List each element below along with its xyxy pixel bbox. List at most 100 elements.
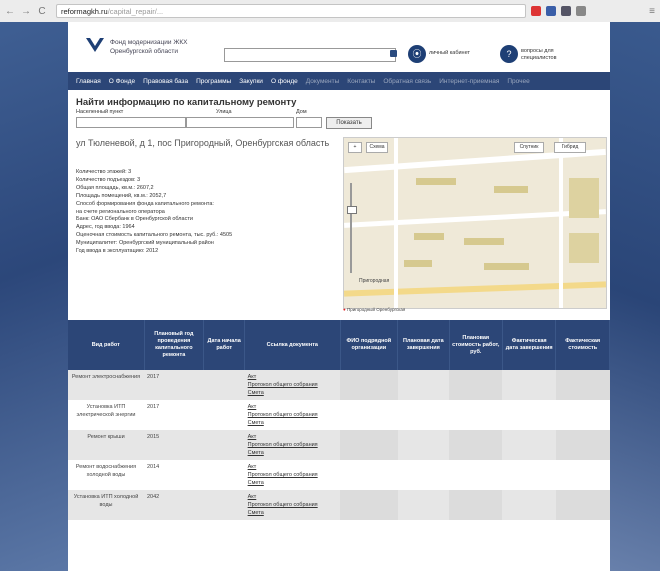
doc-link[interactable]: Акт [248,373,337,381]
reload-icon[interactable]: C [36,6,48,17]
doc-links: Акт Протокол общего собрания Смета [244,460,341,490]
org-line1: Фонд модернизации ЖКХ [110,39,188,46]
work-type: Установка ИТП электрической энергии [68,400,144,430]
info-line: Общая площадь, кв.м.: 2607,2 [76,184,154,191]
doc-link[interactable]: Протокол общего собрания [248,381,337,389]
house-input[interactable] [296,117,322,128]
menu-item[interactable]: О Фонде [109,78,135,85]
street-select[interactable] [186,117,294,128]
doc-link[interactable]: Протокол общего собрания [248,501,337,509]
start-date [203,400,245,430]
doc-link[interactable]: Смета [248,449,337,457]
map-building [484,263,529,270]
menu-icon[interactable]: ≡ [646,6,658,17]
doc-link[interactable]: Смета [248,509,337,517]
menu-item[interactable]: Документы [306,78,340,85]
zoom-in-button[interactable]: + [348,142,362,153]
search-input[interactable] [224,48,396,62]
fact-cost [555,430,610,460]
work-type: Установка ИТП холодной воды [68,490,144,520]
column-header: Фактическая стоимость [555,320,610,370]
address-bar[interactable]: reformagkh.ru /capital_repair/... [56,4,526,18]
doc-link[interactable]: Протокол общего собрания [248,441,337,449]
menu-item[interactable]: Обратная связь [383,78,431,85]
help-link[interactable]: вопросы для специалистов [521,48,581,62]
extension-icon[interactable] [576,6,586,16]
map-building [414,233,444,240]
doc-link[interactable]: Смета [248,479,337,487]
table-row: Ремонт электроснабжения 2017 Акт Протоко… [68,370,610,400]
url-domain: reformagkh.ru [61,6,108,16]
column-header: Плановый год проведения капитального рем… [144,320,205,370]
plan-end [397,460,450,490]
question-icon[interactable]: ? [500,45,518,63]
start-date [203,490,245,520]
menu-item[interactable]: Прочее [507,78,529,85]
city-select[interactable] [76,117,186,128]
contractor [340,490,398,520]
plan-end [397,370,450,400]
forward-icon[interactable]: → [20,6,32,17]
map-building [494,186,528,193]
doc-links: Акт Протокол общего собрания Смета [244,430,341,460]
fact-end [502,460,556,490]
table-row: Установка ИТП холодной воды 2042 Акт Про… [68,490,610,520]
doc-links: Акт Протокол общего собрания Смета [244,490,341,520]
menu-item[interactable]: Интернет-приемная [439,78,499,85]
map-road [394,138,398,308]
map-marker-icon: ● [343,307,346,312]
extension-icon[interactable] [546,6,556,16]
search-button[interactable] [390,50,397,57]
doc-link[interactable]: Смета [248,419,337,427]
doc-link[interactable]: Акт [248,433,337,441]
street-label: Улица [216,109,232,115]
doc-link[interactable]: Протокол общего собрания [248,471,337,479]
start-date [203,430,245,460]
fact-end [502,490,556,520]
zoom-handle[interactable] [347,206,357,214]
menu-item[interactable]: Закупки [239,78,263,85]
map-footer: ● Пригородный Оренбургская [343,307,605,312]
doc-link[interactable]: Акт [248,463,337,471]
satellite-button[interactable]: Спутник [514,142,544,153]
doc-link[interactable]: Акт [248,403,337,411]
hybrid-button[interactable]: Гибрид [554,142,586,153]
menu-item[interactable]: О фонде [271,78,298,85]
plan-year: 2042 [144,490,204,520]
doc-link[interactable]: Протокол общего собрания [248,411,337,419]
table-row: Установка ИТП электрической энергии 2017… [68,400,610,430]
menu-item[interactable]: Контакты [347,78,375,85]
plan-year: 2015 [144,430,204,460]
user-icon[interactable]: ⦿ [408,45,426,63]
site-header: Фонд модернизации ЖКХ Оренбургской облас… [68,22,610,72]
menu-item[interactable]: Программы [196,78,231,85]
map-road [559,138,563,308]
extension-icon[interactable] [531,6,541,16]
map-building [464,238,504,245]
map-type-button[interactable]: Схема [366,142,388,153]
doc-link[interactable]: Акт [248,493,337,501]
menu-item[interactable]: Правовая база [143,78,188,85]
zoom-slider[interactable] [350,183,352,273]
plan-year: 2017 [144,370,204,400]
menu-item[interactable]: Главная [76,78,101,85]
extension-icon[interactable] [561,6,571,16]
house-label: Дом [296,109,307,115]
plan-end [397,490,450,520]
back-icon[interactable]: ← [4,6,16,17]
fact-end [502,430,556,460]
info-line: Количество этажей: 3 [76,169,132,175]
page: Фонд модернизации ЖКХ Оренбургской облас… [68,22,610,571]
table-row: Ремонт водоснабжения холодной воды 2014 … [68,460,610,490]
fact-cost [555,370,610,400]
doc-link[interactable]: Смета [248,389,337,397]
show-button[interactable]: Показать [326,117,372,129]
account-link[interactable]: личный кабинет [429,50,470,57]
column-header: Ссылка документа [244,320,341,370]
house-address: ул Тюленевой, д 1, пос Пригородный, Орен… [76,138,330,148]
main-menu: Главная О Фонде Правовая база Программы … [68,72,610,90]
column-header: Дата начала работ [203,320,246,370]
plan-end [397,400,450,430]
logo-icon[interactable] [84,34,106,56]
map[interactable]: + Схема Спутник Гибрид Пригородная [343,137,607,309]
